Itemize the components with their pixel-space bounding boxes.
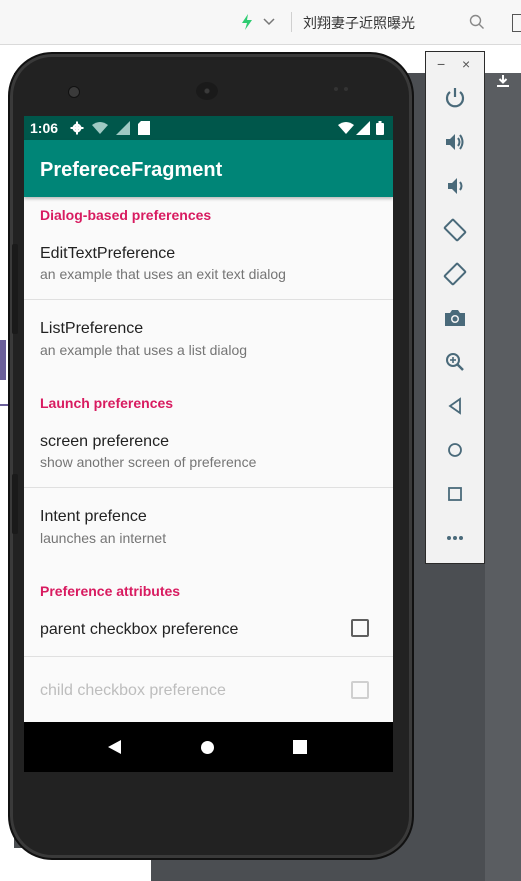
more-icon[interactable] xyxy=(443,526,467,550)
settings-icon xyxy=(70,121,84,135)
zoom-icon[interactable] xyxy=(443,350,467,374)
close-button[interactable]: × xyxy=(462,56,470,72)
navigation-bar xyxy=(24,722,393,772)
search-icon[interactable] xyxy=(469,14,485,30)
signal-icon xyxy=(116,121,130,135)
wifi-icon xyxy=(338,122,354,134)
pref-edittext-summary: an example that uses an exit text dialog xyxy=(40,266,286,282)
pref-intent-summary: launches an internet xyxy=(40,530,167,546)
left-window-fragment xyxy=(0,340,6,380)
lightning-icon[interactable] xyxy=(241,14,253,30)
browser-toolbar: 刘翔妻子近照曝光 xyxy=(0,0,521,45)
status-bar: 1:06 xyxy=(24,116,393,140)
pref-edittext-title: EditTextPreference xyxy=(40,245,176,262)
pref-intent-title: Intent prefence xyxy=(40,508,147,525)
divider xyxy=(24,487,393,488)
minimize-button[interactable]: − xyxy=(437,56,445,72)
rotate-left-icon[interactable] xyxy=(443,218,467,242)
battery-icon xyxy=(376,121,384,135)
chevron-down-icon[interactable] xyxy=(262,16,276,28)
volume-rocker[interactable] xyxy=(12,244,18,334)
divider xyxy=(24,299,393,300)
home-icon[interactable] xyxy=(443,438,467,462)
category-launch: Launch preferences xyxy=(40,395,174,411)
status-time: 1:06 xyxy=(30,120,59,136)
phone-screen: 1:06 PrefereceFragment Dialog-based pref… xyxy=(24,116,393,772)
volume-down-icon[interactable] xyxy=(443,174,467,198)
pref-screen-summary: show another screen of preference xyxy=(40,454,257,470)
pref-list-title: ListPreference xyxy=(40,320,144,337)
overview-icon[interactable] xyxy=(443,482,467,506)
partial-window-icon xyxy=(512,14,521,32)
wifi-question-icon xyxy=(92,122,108,134)
app-title: PrefereceFragment xyxy=(40,159,223,181)
pref-list-summary: an example that uses a list dialog xyxy=(40,342,248,358)
volume-up-icon[interactable] xyxy=(443,130,467,154)
sensor-dots xyxy=(334,87,348,91)
pref-screen-title: screen preference xyxy=(40,433,169,450)
parent-checkbox[interactable] xyxy=(351,619,369,637)
emulator-toolbar: − × xyxy=(425,51,485,564)
signal-full-icon xyxy=(356,121,370,135)
divider xyxy=(24,656,393,657)
back-icon[interactable] xyxy=(443,394,467,418)
power-icon[interactable] xyxy=(443,86,467,110)
category-attributes: Preference attributes xyxy=(40,583,181,599)
nav-back-icon[interactable] xyxy=(108,740,121,754)
right-window-strip xyxy=(485,73,521,881)
sd-card-icon xyxy=(138,121,150,135)
camera-icon[interactable] xyxy=(443,306,467,330)
pref-parent-checkbox-title: parent checkbox preference xyxy=(40,621,239,638)
earpiece-speaker xyxy=(196,82,218,100)
app-bar: PrefereceFragment xyxy=(24,140,393,197)
download-icon[interactable] xyxy=(496,74,510,88)
toolbar-divider xyxy=(291,12,292,32)
category-dialog-based: Dialog-based preferences xyxy=(40,207,212,223)
nav-overview-icon[interactable] xyxy=(293,740,307,754)
side-button[interactable] xyxy=(12,474,18,534)
rotate-right-icon[interactable] xyxy=(443,262,467,286)
child-checkbox xyxy=(351,681,369,699)
front-camera xyxy=(68,86,80,98)
pref-child-checkbox-title: child checkbox preference xyxy=(40,682,226,699)
search-suggestion-text[interactable]: 刘翔妻子近照曝光 xyxy=(303,13,415,33)
nav-home-icon[interactable] xyxy=(201,741,214,754)
